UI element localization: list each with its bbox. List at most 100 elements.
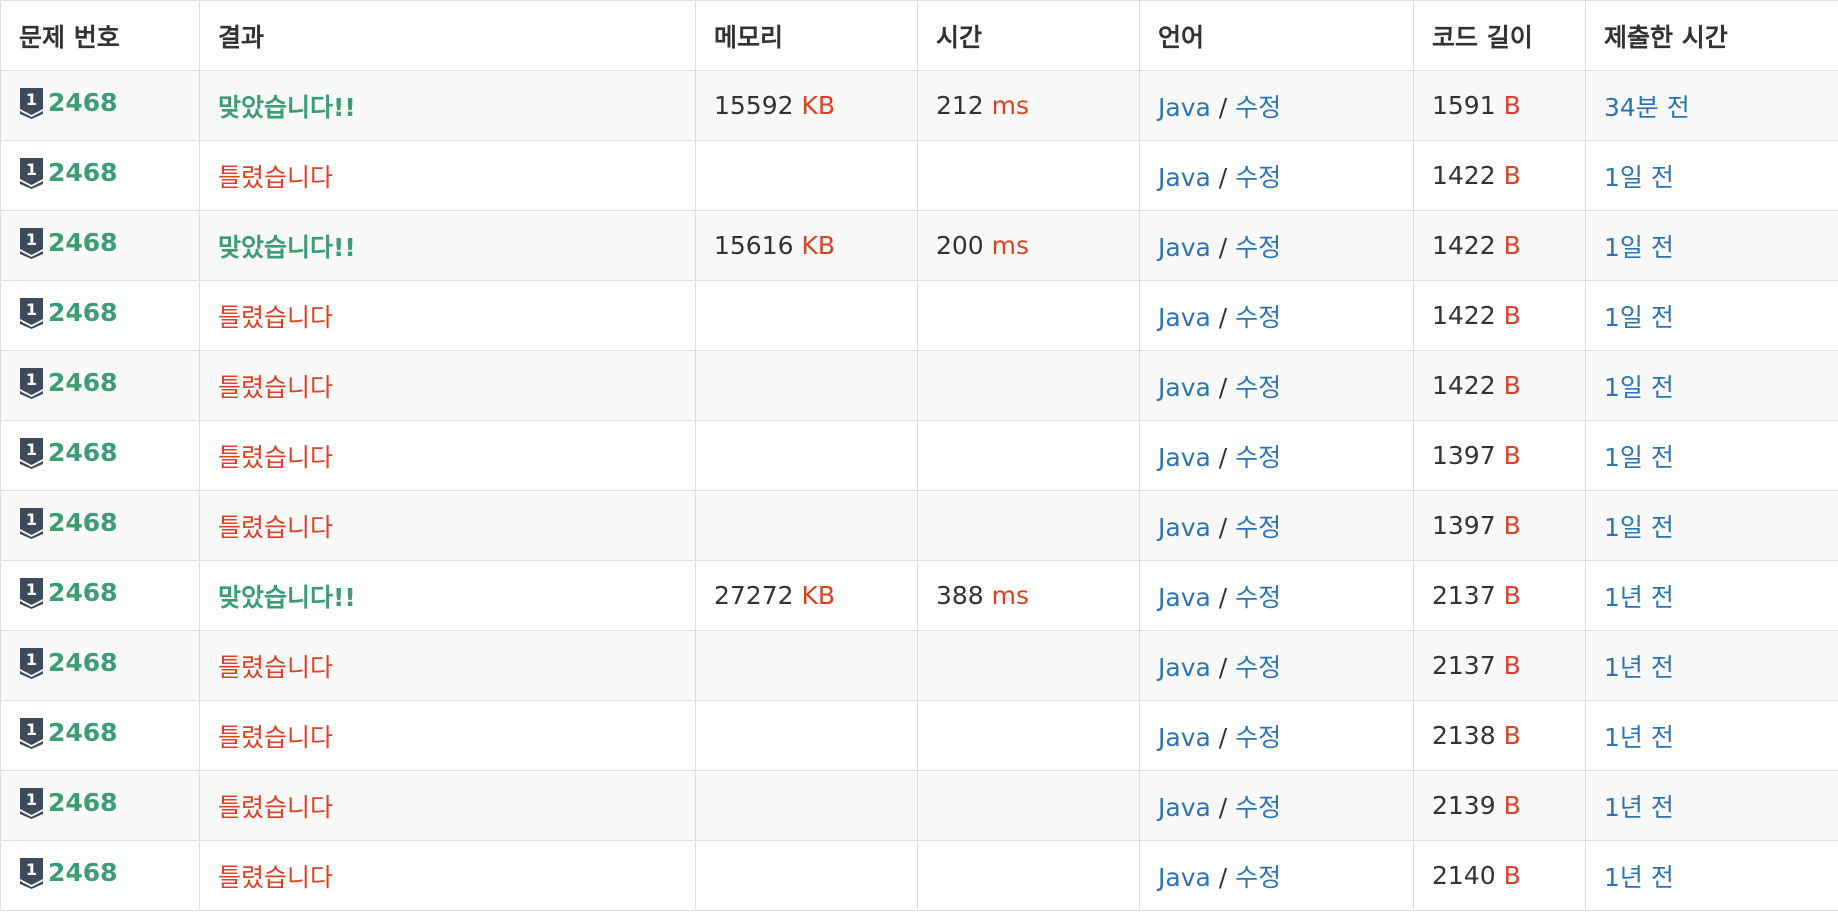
submitted-time-link[interactable]: 1년 전	[1604, 653, 1674, 682]
svg-text:1: 1	[26, 580, 37, 599]
problem-link[interactable]: 1 2468	[19, 507, 118, 539]
language-link[interactable]: Java	[1158, 443, 1211, 472]
submitted-time-link[interactable]: 1일 전	[1604, 303, 1674, 332]
svg-text:1: 1	[26, 440, 37, 459]
edit-link[interactable]: 수정	[1235, 303, 1281, 332]
edit-link[interactable]: 수정	[1235, 513, 1281, 542]
edit-link[interactable]: 수정	[1235, 583, 1281, 612]
edit-link[interactable]: 수정	[1235, 163, 1281, 192]
language-link[interactable]: Java	[1158, 863, 1211, 892]
problem-link[interactable]: 1 2468	[19, 227, 118, 259]
code-length-unit: B	[1503, 161, 1521, 190]
submitted-time-link[interactable]: 1일 전	[1604, 233, 1674, 262]
problem-link[interactable]: 1 2468	[19, 297, 118, 329]
submitted-time-link[interactable]: 1일 전	[1604, 373, 1674, 402]
edit-link[interactable]: 수정	[1235, 653, 1281, 682]
language-link[interactable]: Java	[1158, 653, 1211, 682]
problem-link[interactable]: 1 2468	[19, 437, 118, 469]
language-link[interactable]: Java	[1158, 793, 1211, 822]
submitted-time-link[interactable]: 1년 전	[1604, 793, 1674, 822]
code-length-cell: 2140 B	[1413, 840, 1586, 911]
bronze-1-tier-icon: 1	[19, 507, 44, 539]
submitted-time-link[interactable]: 1일 전	[1604, 513, 1674, 542]
submitted-time-link[interactable]: 1일 전	[1604, 163, 1674, 192]
problem-link[interactable]: 1 2468	[19, 87, 118, 119]
memory-cell	[695, 490, 918, 561]
problem-number: 2468	[48, 578, 118, 607]
language-link[interactable]: Java	[1158, 163, 1211, 192]
code-length-cell: 1422 B	[1413, 210, 1586, 281]
result-text: 틀렸습니다	[218, 722, 334, 752]
bronze-1-tier-icon: 1	[19, 577, 44, 609]
problem-link[interactable]: 1 2468	[19, 787, 118, 819]
language-link[interactable]: Java	[1158, 373, 1211, 402]
submission-status-table: 문제 번호 결과 메모리 시간 언어 코드 길이 제출한 시간 1 2468 맞았습…	[0, 0, 1838, 911]
language-link[interactable]: Java	[1158, 583, 1211, 612]
submitted-time-link[interactable]: 1년 전	[1604, 723, 1674, 752]
language-link[interactable]: Java	[1158, 93, 1211, 122]
bronze-1-tier-icon: 1	[19, 297, 44, 329]
memory-cell: 15616 KB	[695, 210, 918, 281]
code-length-unit: B	[1503, 441, 1521, 470]
code-length-unit: B	[1503, 861, 1521, 890]
language-cell: Java / 수정	[1139, 630, 1414, 701]
code-length-unit: B	[1503, 721, 1521, 750]
edit-link[interactable]: 수정	[1235, 863, 1281, 892]
submitted-time-link[interactable]: 1일 전	[1604, 443, 1674, 472]
problem-link[interactable]: 1 2468	[19, 647, 118, 679]
result-cell: 맞았습니다!!	[199, 70, 696, 141]
edit-link[interactable]: 수정	[1235, 373, 1281, 402]
result-text: 틀렸습니다	[218, 162, 334, 192]
problem-link[interactable]: 1 2468	[19, 717, 118, 749]
header-result: 결과	[199, 0, 696, 71]
code-length-value: 2138	[1432, 721, 1496, 750]
memory-cell	[695, 840, 918, 911]
edit-link[interactable]: 수정	[1235, 723, 1281, 752]
result-text: 맞았습니다!!	[218, 582, 356, 612]
language-link[interactable]: Java	[1158, 233, 1211, 262]
problem-link[interactable]: 1 2468	[19, 367, 118, 399]
bronze-1-tier-icon: 1	[19, 787, 44, 819]
language-link[interactable]: Java	[1158, 303, 1211, 332]
submitted-time-link[interactable]: 1년 전	[1604, 863, 1674, 892]
memory-cell	[695, 770, 918, 841]
time-cell	[917, 700, 1140, 771]
problem-cell: 1 2468	[0, 420, 200, 491]
code-length-unit: B	[1503, 791, 1521, 820]
edit-link[interactable]: 수정	[1235, 793, 1281, 822]
problem-cell: 1 2468	[0, 840, 200, 911]
table-row: 1 2468 틀렸습니다 Java / 수정 2140 B 1년 전	[0, 840, 1838, 911]
code-length-value: 1397	[1432, 511, 1496, 540]
code-length-unit: B	[1503, 91, 1521, 120]
problem-cell: 1 2468	[0, 140, 200, 211]
separator: /	[1218, 232, 1228, 262]
problem-link[interactable]: 1 2468	[19, 157, 118, 189]
language-cell: Java / 수정	[1139, 770, 1414, 841]
time-cell	[917, 280, 1140, 351]
language-link[interactable]: Java	[1158, 513, 1211, 542]
table-row: 1 2468 틀렸습니다 Java / 수정 1397 B 1일 전	[0, 420, 1838, 491]
edit-link[interactable]: 수정	[1235, 233, 1281, 262]
memory-value: 27272	[714, 581, 794, 610]
problem-cell: 1 2468	[0, 210, 200, 281]
problem-link[interactable]: 1 2468	[19, 577, 118, 609]
code-length-value: 2137	[1432, 651, 1496, 680]
code-length-unit: B	[1503, 371, 1521, 400]
edit-link[interactable]: 수정	[1235, 443, 1281, 472]
bronze-1-tier-icon: 1	[19, 227, 44, 259]
time-cell	[917, 770, 1140, 841]
code-length-cell: 1397 B	[1413, 490, 1586, 561]
edit-link[interactable]: 수정	[1235, 93, 1281, 122]
svg-text:1: 1	[26, 370, 37, 389]
code-length-unit: B	[1503, 301, 1521, 330]
svg-text:1: 1	[26, 860, 37, 879]
table-row: 1 2468 맞았습니다!! 15592 KB 212 ms Java / 수정 1591 …	[0, 70, 1838, 141]
submitted-time-cell: 1일 전	[1585, 420, 1838, 491]
problem-cell: 1 2468	[0, 350, 200, 421]
submitted-time-link[interactable]: 1년 전	[1604, 583, 1674, 612]
problem-link[interactable]: 1 2468	[19, 857, 118, 889]
language-link[interactable]: Java	[1158, 723, 1211, 752]
code-length-cell: 2137 B	[1413, 560, 1586, 631]
submitted-time-link[interactable]: 34분 전	[1604, 93, 1690, 122]
problem-number: 2468	[48, 788, 118, 817]
